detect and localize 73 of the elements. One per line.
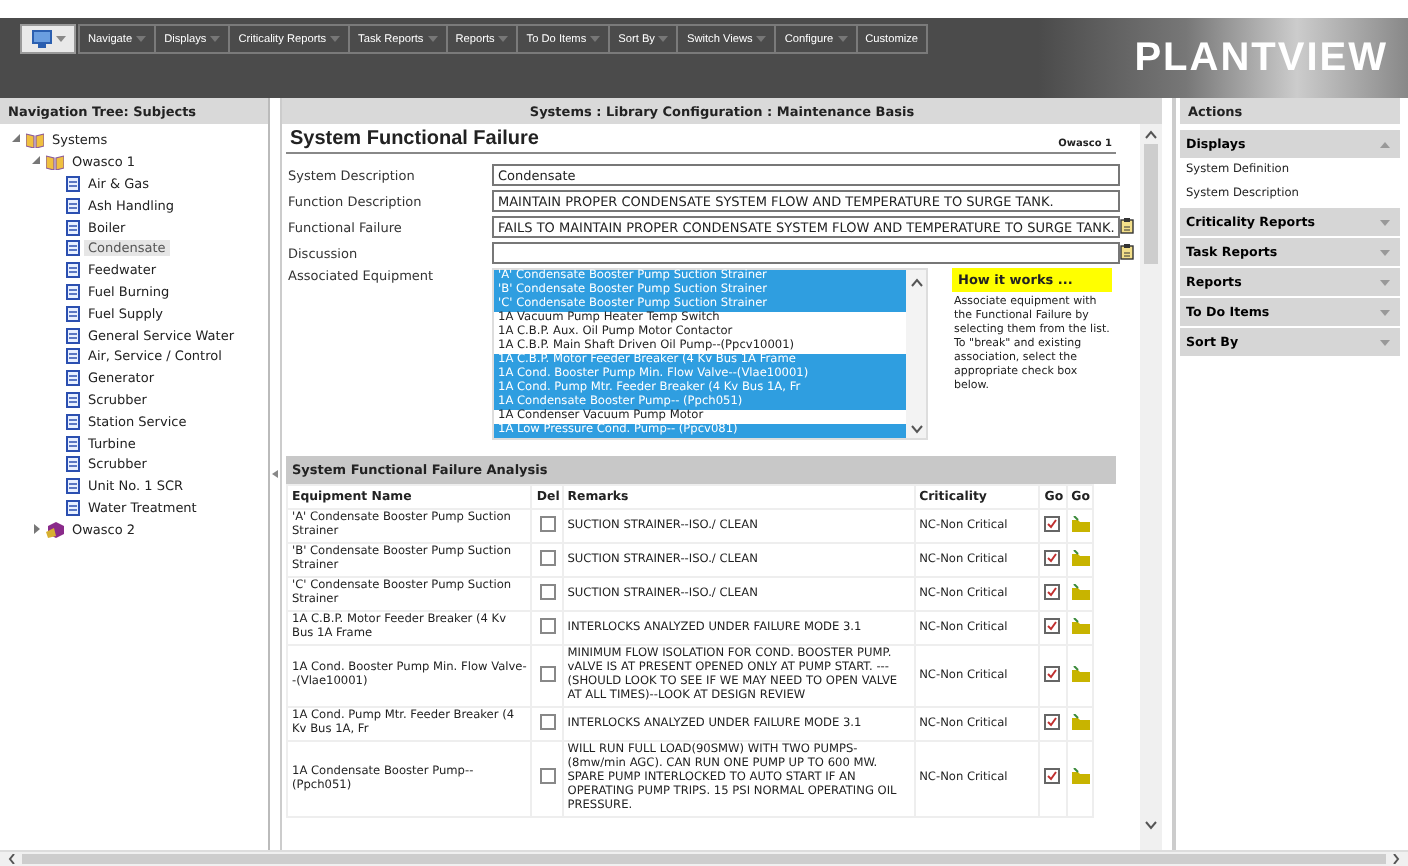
expand-icon[interactable] (32, 523, 42, 534)
book-icon (46, 154, 64, 171)
delete-checkbox[interactable] (539, 713, 556, 729)
scroll-down-icon[interactable] (1144, 820, 1158, 830)
scroll-down-icon[interactable] (909, 424, 923, 434)
caret-down-icon (210, 36, 221, 42)
logo-text: PLANTVIEW (1134, 35, 1388, 81)
caret-down-icon (1380, 249, 1390, 255)
folder-icon[interactable] (1071, 665, 1090, 681)
caret-down-icon (330, 36, 341, 42)
equipment-list[interactable] (492, 268, 928, 440)
document-icon (66, 327, 80, 344)
delete-checkbox[interactable] (539, 583, 556, 599)
delete-checkbox[interactable] (539, 515, 556, 531)
document-icon (66, 391, 80, 408)
scroll-up-icon[interactable] (909, 278, 923, 288)
caret-down-icon (590, 36, 601, 42)
note-icon[interactable] (1120, 217, 1137, 233)
caret-down-icon (427, 36, 438, 42)
caret-down-icon (55, 36, 65, 42)
delete-checkbox[interactable] (539, 768, 556, 784)
form-title: System Functional Failure (290, 128, 539, 150)
checklist-icon[interactable] (1044, 583, 1061, 599)
text-field[interactable] (492, 242, 1121, 264)
document-icon (66, 240, 80, 257)
delete-checkbox[interactable] (539, 617, 556, 633)
checklist-icon[interactable] (1044, 549, 1061, 565)
checklist-icon[interactable] (1044, 617, 1061, 633)
document-icon (66, 456, 80, 473)
book-icon (26, 132, 44, 149)
document-icon (66, 370, 80, 387)
collapse-left-icon[interactable] (272, 470, 278, 478)
caret-down-icon (1380, 219, 1390, 225)
caret-down-icon (658, 36, 669, 42)
document-icon (66, 305, 80, 322)
note-icon[interactable] (1120, 243, 1137, 259)
scroll-up-icon[interactable] (1144, 130, 1158, 140)
monitor-icon (31, 30, 51, 48)
folder-icon[interactable] (1071, 549, 1090, 565)
caret-down-icon (1380, 309, 1390, 315)
caret-down-icon (756, 36, 767, 42)
folder-icon[interactable] (1071, 515, 1090, 531)
scroll-left-icon[interactable] (8, 854, 16, 864)
document-icon (66, 348, 80, 365)
checklist-icon[interactable] (1044, 713, 1061, 729)
document-icon (66, 283, 80, 300)
caret-down-icon (498, 36, 509, 42)
scroll-thumb[interactable] (1144, 144, 1158, 264)
document-icon (66, 197, 80, 214)
document-icon (66, 413, 80, 430)
folder-icon[interactable] (1071, 768, 1090, 784)
scroll-thumb[interactable] (22, 854, 1386, 864)
document-icon (66, 175, 80, 192)
document-icon (66, 499, 80, 516)
caret-down-icon (1380, 279, 1390, 285)
folder-icon[interactable] (1071, 583, 1090, 599)
checklist-icon[interactable] (1044, 665, 1061, 681)
document-icon (66, 435, 80, 452)
folder-icon[interactable] (1071, 713, 1090, 729)
delete-checkbox[interactable] (539, 665, 556, 681)
document-icon (66, 219, 80, 236)
delete-checkbox[interactable] (539, 549, 556, 565)
app-menu-button[interactable] (20, 24, 76, 54)
caret-up-icon (1380, 141, 1390, 147)
checklist-icon[interactable] (1044, 768, 1061, 784)
scroll-right-icon[interactable] (1392, 854, 1400, 864)
document-icon (66, 262, 80, 279)
caret-down-icon (837, 36, 848, 42)
checklist-icon[interactable] (1044, 515, 1061, 531)
document-icon (66, 478, 80, 495)
folder-icon[interactable] (1071, 617, 1090, 633)
caret-down-icon (136, 36, 147, 42)
caret-down-icon (1380, 339, 1390, 345)
